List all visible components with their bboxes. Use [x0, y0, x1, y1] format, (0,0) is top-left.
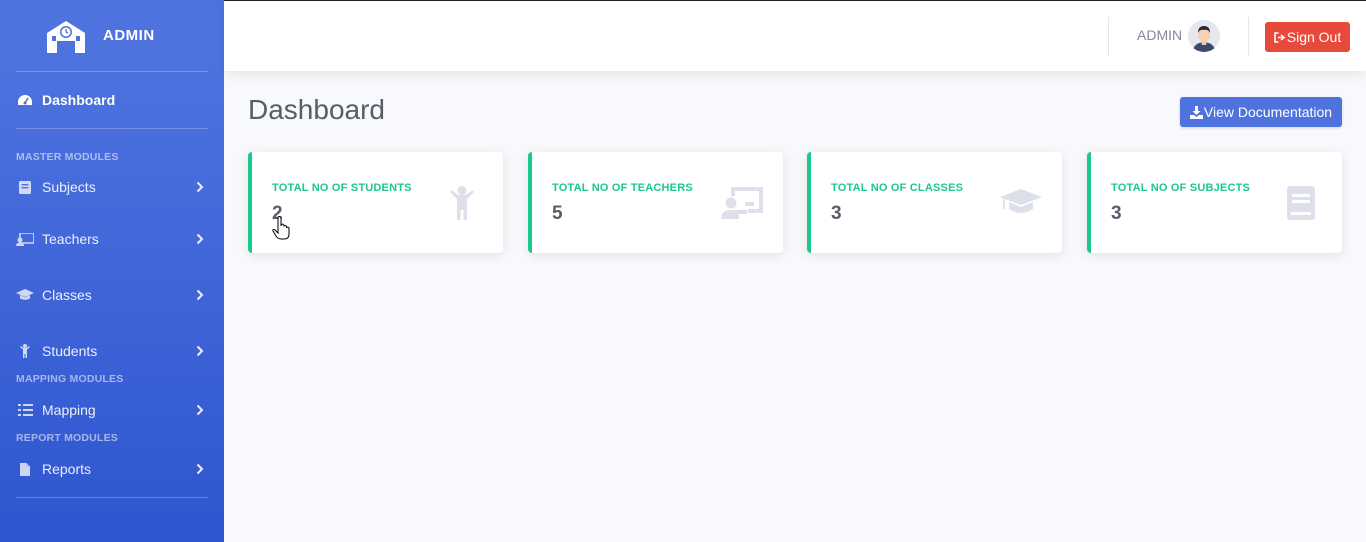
sidebar-item-reports[interactable]: Reports [0, 444, 224, 494]
book-icon [1280, 185, 1322, 221]
card-value: 3 [831, 203, 842, 224]
tasks-icon [16, 403, 34, 417]
tachometer-icon [16, 93, 34, 107]
signout-button[interactable]: Sign Out [1265, 22, 1350, 52]
chalkboard-teacher-icon [16, 232, 34, 246]
user-avatar-icon [1188, 20, 1220, 52]
sidebar-item-mapping[interactable]: Mapping [0, 385, 224, 435]
hand-cursor-icon [272, 216, 290, 240]
card-label: TOTAL NO OF SUBJECTS [1111, 182, 1251, 194]
sidebar-item-label: Mapping [42, 402, 96, 418]
chevron-right-icon [196, 181, 204, 193]
sidebar-item-dashboard[interactable]: Dashboard [0, 72, 224, 128]
sidebar-item-label: Reports [42, 461, 92, 477]
download-icon [1189, 105, 1203, 119]
view-documentation-button[interactable]: View Documentation [1180, 97, 1342, 127]
brand[interactable]: ADMIN [0, 0, 224, 71]
chevron-right-icon [196, 233, 204, 245]
chevron-right-icon [196, 404, 204, 416]
card-value: 5 [552, 203, 563, 224]
topbar-divider [1248, 17, 1249, 56]
card-total-subjects: TOTAL NO OF SUBJECTS 3 [1087, 152, 1342, 253]
topbar: ADMIN Sign Out [224, 0, 1366, 71]
child-icon [16, 344, 34, 358]
page-title: Dashboard [248, 94, 385, 125]
sidebar-item-label: Classes [42, 287, 92, 303]
card-label: TOTAL NO OF TEACHERS [552, 182, 693, 194]
brand-title: ADMIN [103, 27, 155, 44]
sidebar-item-subjects[interactable]: Subjects [0, 163, 224, 211]
signout-label: Sign Out [1286, 29, 1342, 45]
sidebar-item-label: Students [42, 343, 98, 359]
graduation-cap-icon [1000, 185, 1042, 221]
topbar-divider [1108, 17, 1109, 56]
card-label: TOTAL NO OF STUDENTS [272, 182, 412, 194]
chevron-right-icon [196, 345, 204, 357]
sidebar-item-classes[interactable]: Classes [0, 267, 224, 323]
sidebar-item-label: Dashboard [42, 92, 116, 108]
sidebar: ADMIN Dashboard MASTER MODULES Subjects … [0, 0, 224, 542]
child-icon [441, 185, 483, 221]
user-name[interactable]: ADMIN [1137, 27, 1182, 43]
school-icon [47, 20, 85, 53]
view-documentation-label: View Documentation [1203, 104, 1333, 120]
avatar[interactable] [1188, 20, 1220, 52]
sidebar-item-teachers[interactable]: Teachers [0, 211, 224, 267]
card-value: 3 [1111, 203, 1122, 224]
sidebar-item-label: Teachers [42, 231, 99, 247]
sidebar-heading-master: MASTER MODULES [16, 151, 119, 163]
chalkboard-teacher-icon [721, 185, 763, 221]
chevron-right-icon [196, 289, 204, 301]
sign-out-icon [1273, 31, 1285, 43]
card-label: TOTAL NO OF CLASSES [831, 182, 964, 194]
sidebar-item-students[interactable]: Students [0, 323, 224, 379]
card-total-classes: TOTAL NO OF CLASSES 3 [807, 152, 1062, 253]
chevron-right-icon [196, 463, 204, 475]
sidebar-item-label: Subjects [42, 179, 96, 195]
graduation-cap-icon [16, 288, 34, 302]
book-icon [16, 180, 34, 194]
sidebar-divider [16, 497, 208, 498]
file-icon [16, 462, 34, 476]
card-total-teachers: TOTAL NO OF TEACHERS 5 [528, 152, 783, 253]
